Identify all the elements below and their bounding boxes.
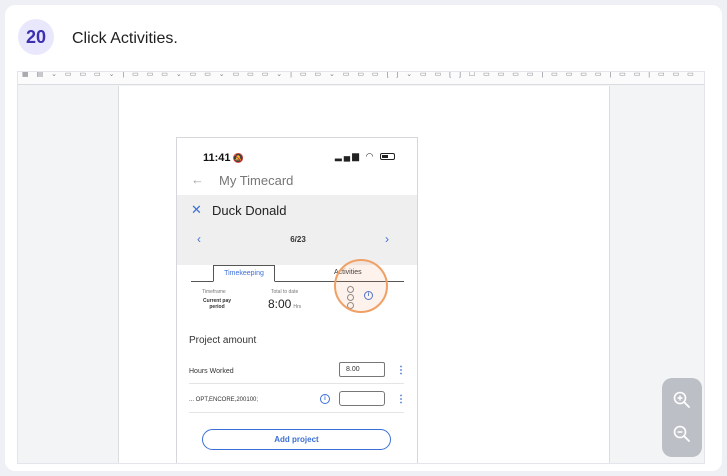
- kebab-menu-icon[interactable]: ⋮: [396, 394, 406, 405]
- screen-title: My Timecard: [219, 173, 294, 188]
- person-name: Duck Donald: [212, 203, 287, 218]
- total-to-date-value: 8:00 Hrs: [268, 297, 301, 311]
- screenshot-viewer: ▦ ▤ ⌄ ▭ ▭ ▭ ⌄ | ▭ ▭ ▭ ⌄ ▭ ▭ ⌄ ▭ ▭ ▭ ⌄ | …: [17, 71, 705, 464]
- info-icon[interactable]: i: [320, 394, 330, 404]
- kebab-menu-icon[interactable]: ⋮: [396, 365, 406, 376]
- phone-screenshot: 11:41 🔕 ▂▄▆ ◠ ← My Timecard ✕ Duck Donald…: [176, 137, 418, 463]
- zoom-controls: [662, 378, 702, 457]
- add-project-button[interactable]: Add project: [202, 429, 391, 450]
- step-instruction: Click Activities.: [72, 30, 178, 47]
- row-divider: [189, 412, 404, 413]
- total-to-date-label: Total to date: [271, 289, 299, 295]
- chevron-right-icon[interactable]: ›: [385, 232, 389, 246]
- timeframe-label: Timeframe: [202, 289, 226, 295]
- status-bar-time: 11:41 🔕: [203, 152, 244, 164]
- step-number-badge: 20: [18, 19, 54, 55]
- click-highlight-ring: [334, 259, 388, 313]
- project-hours-input[interactable]: [339, 391, 385, 406]
- tab-timekeeping[interactable]: Timekeeping: [213, 265, 275, 282]
- document-page: 11:41 🔕 ▂▄▆ ◠ ← My Timecard ✕ Duck Donald…: [118, 86, 610, 463]
- project-code-label: ... OPT,ENCORE,200100;: [189, 397, 259, 403]
- hours-worked-label: Hours Worked: [189, 368, 234, 375]
- document-toolbar: ▦ ▤ ⌄ ▭ ▭ ▭ ⌄ | ▭ ▭ ▭ ⌄ ▭ ▭ ⌄ ▭ ▭ ▭ ⌄ | …: [18, 72, 704, 85]
- bell-mute-icon: 🔕: [232, 153, 244, 163]
- zoom-out-icon[interactable]: [672, 424, 692, 444]
- timeframe-value: Current pay period: [202, 298, 232, 310]
- hours-worked-input[interactable]: 8.00: [339, 362, 385, 377]
- close-icon[interactable]: ✕: [191, 202, 202, 218]
- status-bar-indicators: ▂▄▆ ◠: [335, 151, 395, 162]
- zoom-in-icon[interactable]: [672, 390, 692, 410]
- date-label: 6/23: [290, 235, 306, 244]
- battery-icon: [380, 153, 395, 161]
- signal-icon: ▂▄▆: [334, 151, 362, 161]
- total-unit: Hrs: [293, 304, 302, 310]
- project-amount-title: Project amount: [189, 335, 257, 346]
- modal-header: ✕ Duck Donald ‹ 6/23 ›: [177, 195, 417, 265]
- step-card: 20 Click Activities. ▦ ▤ ⌄ ▭ ▭ ▭ ⌄ | ▭ ▭…: [5, 5, 722, 471]
- wifi-icon: ◠: [365, 151, 376, 161]
- back-arrow-icon[interactable]: ←: [191, 172, 204, 187]
- row-divider: [189, 383, 404, 384]
- total-hours: 8:00: [268, 297, 292, 311]
- toolbar-items: ▦ ▤ ⌄ ▭ ▭ ▭ ⌄ | ▭ ▭ ▭ ⌄ ▭ ▭ ⌄ ▭ ▭ ▭ ⌄ | …: [22, 72, 694, 78]
- status-time-text: 11:41: [203, 152, 231, 164]
- timecard-modal: ✕ Duck Donald ‹ 6/23 › Timekeeping Activ…: [177, 195, 417, 463]
